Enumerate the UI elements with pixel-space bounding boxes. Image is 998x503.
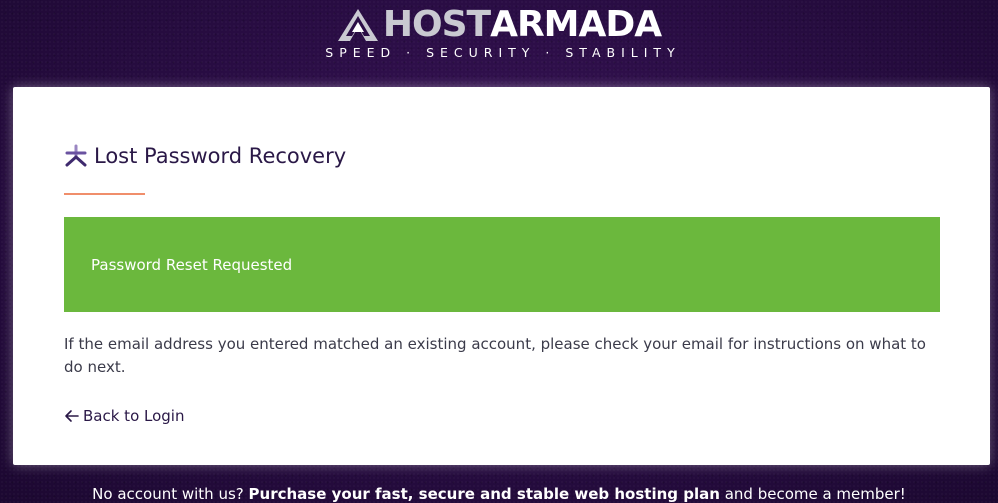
success-alert-text: Password Reset Requested — [91, 255, 293, 274]
footer-prefix: No account with us? — [92, 485, 244, 503]
recovery-info-message: If the email address you entered matched… — [64, 335, 926, 376]
purchase-hosting-link[interactable]: Purchase your fast, secure and stable we… — [249, 485, 720, 503]
card-title-row: Lost Password Recovery — [64, 144, 346, 168]
footer-suffix: and become a member! — [724, 485, 906, 503]
page-title: Lost Password Recovery — [94, 144, 347, 168]
password-recovery-card: Lost Password Recovery Password Reset Re… — [13, 87, 990, 465]
site-header: HOST ARMADA SPEED · SECURITY · STABILITY — [0, 0, 998, 86]
logo-text-armada: ARMADA — [490, 4, 662, 45]
footer-signup-prompt: No account with us? Purchase your fast, … — [0, 485, 998, 503]
logo-text-host: HOST — [382, 4, 491, 45]
asterisk-icon — [65, 144, 87, 167]
back-to-login-label: Back to Login — [83, 407, 185, 425]
brand-tagline: SPEED · SECURITY · STABILITY — [325, 45, 681, 60]
title-underline — [64, 193, 145, 195]
back-to-login-link[interactable]: Back to Login — [64, 407, 184, 425]
hostarmada-mark-icon — [337, 9, 378, 41]
success-alert: Password Reset Requested — [64, 217, 940, 312]
arrow-left-icon — [65, 410, 79, 422]
brand-logo[interactable]: HOST ARMADA — [337, 4, 662, 45]
